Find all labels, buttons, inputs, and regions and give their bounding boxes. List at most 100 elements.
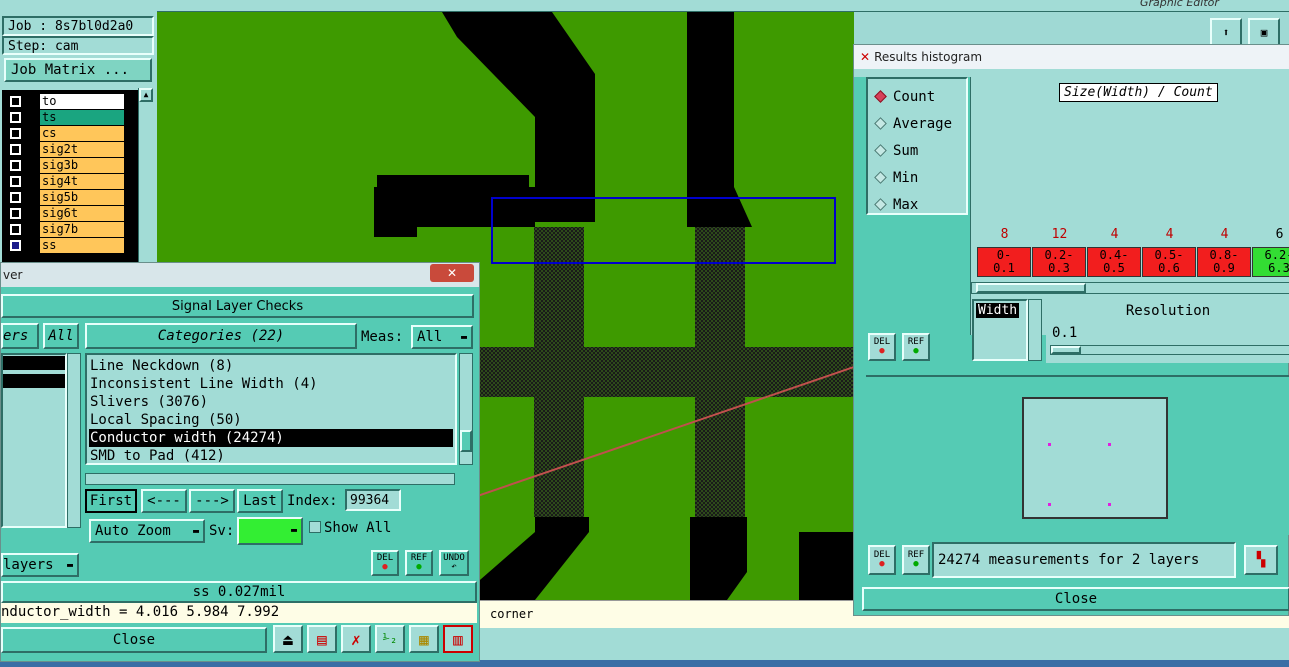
- layer-checkbox[interactable]: [10, 160, 21, 171]
- sv-color-dropdown[interactable]: ▬: [237, 517, 303, 545]
- toolbar-icon-2[interactable]: ▣: [1248, 18, 1280, 46]
- last-button[interactable]: Last: [237, 489, 283, 513]
- bin-count: 8: [1000, 227, 1009, 242]
- next-button[interactable]: --->: [189, 489, 235, 513]
- width-panel: Width: [972, 299, 1028, 361]
- layer-row[interactable]: sig6t: [2, 206, 138, 221]
- notes-icon[interactable]: ▦: [409, 625, 439, 653]
- del-button[interactable]: DEL ●: [371, 550, 399, 576]
- measure-readout: ss 0.027mil: [1, 581, 477, 603]
- layer-name: sig2t: [40, 142, 124, 157]
- layer-name: sig6t: [40, 206, 124, 221]
- hist-ref-button[interactable]: REF ●: [902, 333, 930, 361]
- layer-row[interactable]: to: [2, 94, 138, 109]
- checks-window-close-x[interactable]: ✕: [430, 264, 474, 282]
- layer-checkbox[interactable]: [10, 208, 21, 219]
- ref-button[interactable]: REF ●: [405, 550, 433, 576]
- layer-row[interactable]: ss: [2, 238, 138, 253]
- prev-button[interactable]: <---: [141, 489, 187, 513]
- layer-checkbox[interactable]: [10, 176, 21, 187]
- index-input[interactable]: 99364: [345, 489, 401, 511]
- compare-icon[interactable]: ⅟₂: [375, 625, 405, 653]
- preview-marker: [1048, 443, 1051, 446]
- report-icon[interactable]: ▤: [307, 625, 337, 653]
- categories-hscrollbar[interactable]: [85, 473, 455, 485]
- bin-bar[interactable]: 0.5- 0.6: [1142, 247, 1196, 277]
- layers-dropdown-label: layers: [3, 557, 54, 573]
- category-item[interactable]: SMD to Pad (412): [89, 447, 453, 465]
- layer-name: ss: [40, 238, 124, 253]
- layers-list: [1, 353, 67, 528]
- ref-delete-icon[interactable]: ✗: [341, 625, 371, 653]
- preview-marker: [1048, 503, 1051, 506]
- categories-scrollbar[interactable]: [459, 353, 473, 465]
- layer-row[interactable]: sig7b: [2, 222, 138, 237]
- layer-checkbox[interactable]: [10, 240, 21, 251]
- layer-row[interactable]: sig2t: [2, 142, 138, 157]
- option-radio[interactable]: Sum: [874, 137, 966, 164]
- bin-bar[interactable]: 0.8- 0.9: [1197, 247, 1251, 277]
- category-item[interactable]: Slivers (3076): [89, 393, 453, 411]
- layer-checkbox[interactable]: [10, 112, 21, 123]
- hist-del-button[interactable]: DEL ●: [868, 333, 896, 361]
- summary-del-button[interactable]: DEL ●: [868, 545, 896, 575]
- export-chart-icon[interactable]: ▚: [1244, 545, 1278, 575]
- layer-checkbox[interactable]: [10, 96, 21, 107]
- all-button[interactable]: All: [43, 323, 79, 349]
- dropdown-icon: ▬: [66, 559, 73, 571]
- layer-list-scrollbar[interactable]: ▲: [138, 88, 153, 262]
- histogram-close-button[interactable]: Close: [862, 587, 1289, 611]
- auto-zoom-dropdown[interactable]: Auto Zoom ▬: [89, 519, 205, 543]
- width-scrollbar[interactable]: [1028, 299, 1042, 361]
- resolution-slider[interactable]: [1050, 345, 1289, 355]
- job-matrix-button[interactable]: Job Matrix ...: [4, 58, 152, 82]
- green-dot-icon: ●: [416, 562, 422, 572]
- layer-row[interactable]: cs: [2, 126, 138, 141]
- bin-bar[interactable]: 0- 0.1: [977, 247, 1031, 277]
- layer-row[interactable]: sig3b: [2, 158, 138, 173]
- bin-label: 0.1: [993, 261, 1015, 275]
- category-item[interactable]: Inconsistent Line Width (4): [89, 375, 453, 393]
- show-all-checkbox[interactable]: [309, 521, 321, 533]
- checks-close-button[interactable]: Close: [1, 627, 267, 653]
- layer-row[interactable]: ts: [2, 110, 138, 125]
- layer-row[interactable]: sig4t: [2, 174, 138, 189]
- first-button[interactable]: First: [85, 489, 137, 513]
- category-item[interactable]: Conductor width (24274): [89, 429, 453, 447]
- window-icon: ✕: [860, 50, 871, 64]
- preview-marker: [1108, 443, 1111, 446]
- width-label: Width: [976, 303, 1020, 318]
- category-item[interactable]: Line Neckdown (8): [89, 357, 453, 375]
- show-all-label: Show All: [324, 520, 392, 536]
- meas-dropdown[interactable]: All ▬: [411, 325, 473, 349]
- dropdown-icon: ▬: [290, 525, 297, 536]
- option-radio[interactable]: Average: [874, 110, 966, 137]
- option-label: Count: [893, 88, 936, 105]
- formula-readout: nductor_width = 4.016 5.984 7.992: [1, 603, 477, 623]
- layer-checkbox[interactable]: [10, 128, 21, 139]
- histogram-hscrollbar[interactable]: [971, 282, 1289, 294]
- export-icon[interactable]: ⏏: [273, 625, 303, 653]
- checks-window-titlebar[interactable]: ver: [1, 263, 479, 287]
- layer-checkbox[interactable]: [10, 192, 21, 203]
- option-radio[interactable]: Max: [874, 191, 966, 218]
- undo-button[interactable]: UNDO ↶: [439, 550, 469, 576]
- histogram-icon[interactable]: ▥: [443, 625, 473, 653]
- preview-box: [1022, 397, 1168, 519]
- category-item[interactable]: Local Spacing (50): [89, 411, 453, 429]
- checks-window: ver ✕ Signal Layer Checks ers All layers…: [0, 262, 480, 662]
- histogram-titlebar[interactable]: ✕ Results histogram: [854, 45, 1289, 69]
- toolbar-icon-1[interactable]: ⬆: [1210, 18, 1242, 46]
- layer-checkbox[interactable]: [10, 224, 21, 235]
- layers-dropdown[interactable]: layers ▬: [1, 553, 79, 577]
- option-radio[interactable]: Min: [874, 164, 966, 191]
- bin-bar[interactable]: 6.2-6.3: [1252, 247, 1289, 277]
- bin-bar[interactable]: 0.2- 0.3: [1032, 247, 1086, 277]
- layer-row[interactable]: sig5b: [2, 190, 138, 205]
- summary-ref-button[interactable]: REF ●: [902, 545, 930, 575]
- bin-bar[interactable]: 0.4- 0.5: [1087, 247, 1141, 277]
- layers-list-scrollbar[interactable]: [67, 353, 81, 528]
- option-radio[interactable]: Count: [874, 83, 966, 110]
- index-label: Index:: [287, 493, 338, 509]
- layer-checkbox[interactable]: [10, 144, 21, 155]
